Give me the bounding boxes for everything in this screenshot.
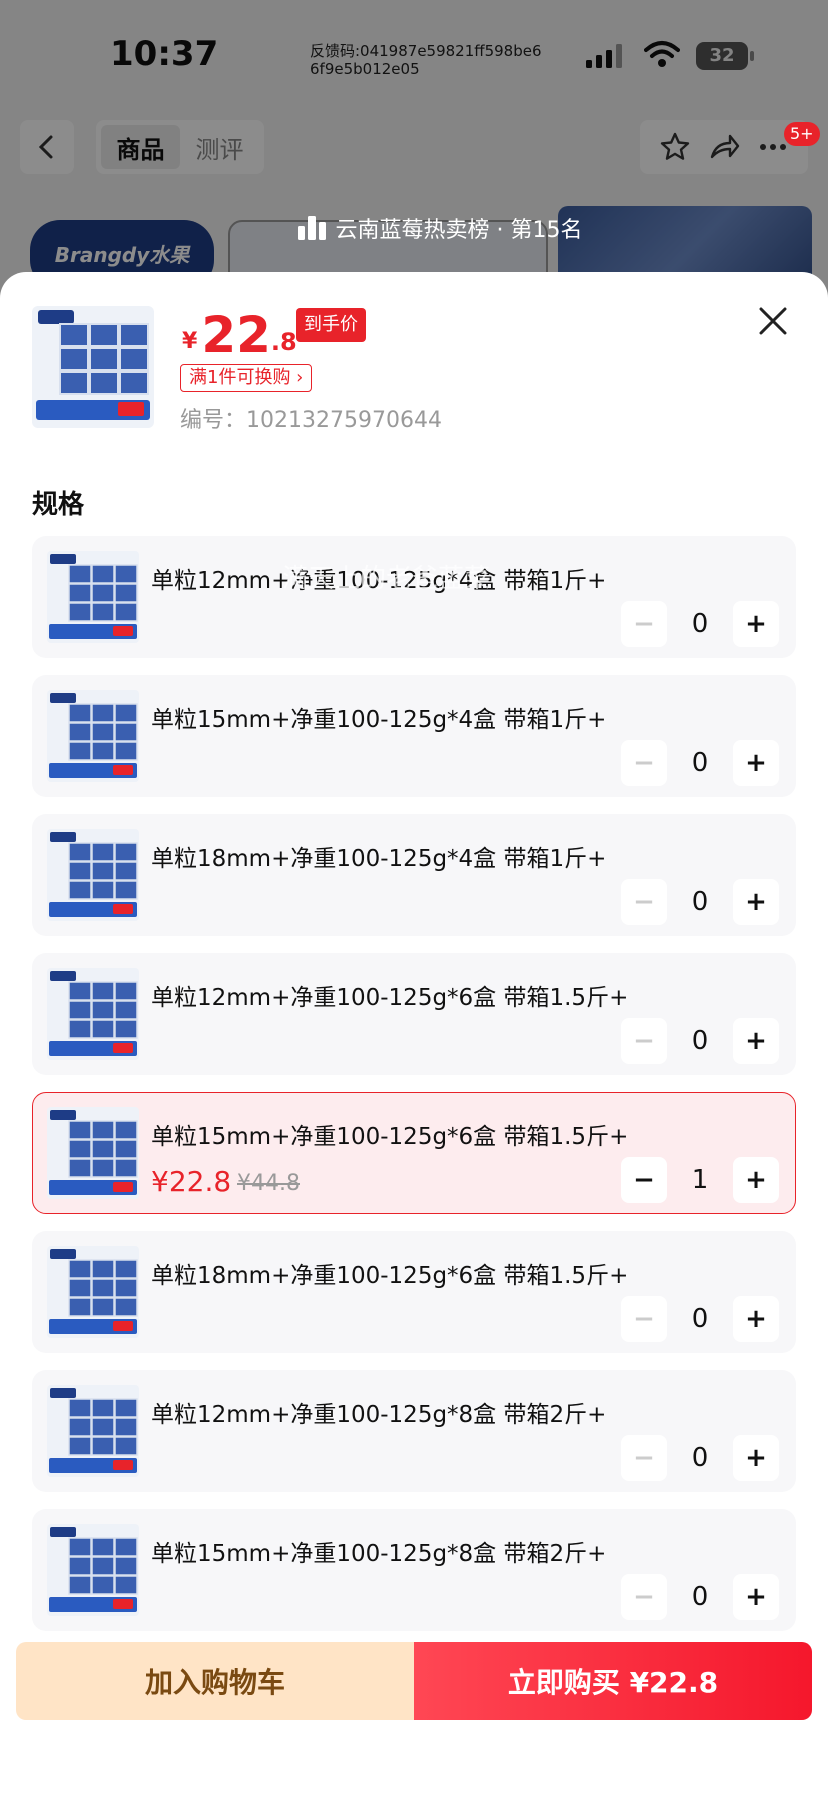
variant-image [47, 1524, 139, 1616]
quantity-stepper: − 1 + [621, 1157, 779, 1203]
close-icon [759, 307, 787, 335]
variant-price: ¥22.8 [151, 1165, 232, 1198]
variant-original-price: ¥44.8 [237, 1171, 300, 1196]
price-display: ¥ 22 .8 [182, 300, 297, 360]
variant-thumbnail [47, 690, 139, 782]
variant-image [47, 1385, 139, 1477]
decrease-button[interactable]: − [621, 601, 667, 647]
variant-thumbnail [47, 829, 139, 921]
quantity-stepper: − 0 + [621, 1296, 779, 1342]
decrease-button[interactable]: − [621, 879, 667, 925]
buy-now-button[interactable]: 立即购买 ¥22.8 [414, 1642, 812, 1720]
increase-button[interactable]: + [733, 601, 779, 647]
variant-item[interactable]: 单粒18mm+净重100-125g*6盒 带箱1.5斤+ − 0 + [32, 1231, 796, 1353]
variant-thumbnail [47, 1524, 139, 1616]
variant-thumbnail [47, 1246, 139, 1338]
variant-image [47, 968, 139, 1060]
quantity-value: 1 [691, 1165, 709, 1195]
spec-section-title: 规格 [32, 490, 85, 520]
quantity-value: 0 [691, 1443, 709, 1473]
cta-bar: 加入购物车 立即购买 ¥22.8 [16, 1642, 812, 1720]
price-integer: 22 [201, 306, 271, 364]
variant-image [47, 690, 139, 782]
increase-button[interactable]: + [733, 1435, 779, 1481]
variant-label: 单粒15mm+净重100-125g*8盒 带箱2斤+ [151, 1541, 607, 1567]
decrease-button[interactable]: − [621, 1574, 667, 1620]
increase-button[interactable]: + [733, 879, 779, 925]
quantity-value: 0 [691, 1582, 709, 1612]
increase-button[interactable]: + [733, 1018, 779, 1064]
variant-image [47, 829, 139, 921]
variant-image [47, 1246, 139, 1338]
variant-thumbnail [47, 1107, 139, 1199]
increase-button[interactable]: + [733, 1157, 779, 1203]
variant-item[interactable]: 单粒15mm+净重100-125g*6盒 带箱1.5斤+ ¥22.8 ¥44.8… [32, 1092, 796, 1214]
variant-label: 单粒15mm+净重100-125g*6盒 带箱1.5斤+ [151, 1124, 629, 1150]
variant-thumbnail [47, 551, 139, 643]
variant-label: 单粒12mm+净重100-125g*6盒 带箱1.5斤+ [151, 985, 629, 1011]
quantity-stepper: − 0 + [621, 1574, 779, 1620]
price-symbol: ¥ [182, 329, 198, 354]
increase-button[interactable]: + [733, 1296, 779, 1342]
variant-item[interactable]: 单粒18mm+净重100-125g*4盒 带箱1斤+ − 0 + [32, 814, 796, 936]
notification-badge: 5+ [784, 122, 820, 146]
variant-item[interactable]: 单粒12mm+净重100-125g*4盒 带箱1斤+ − 0 + [32, 536, 796, 658]
quantity-stepper: − 0 + [621, 879, 779, 925]
quantity-value: 0 [691, 1026, 709, 1056]
product-thumbnail [32, 306, 154, 428]
decrease-button[interactable]: − [621, 740, 667, 786]
price-tag: 到手价 [296, 308, 366, 342]
product-image [32, 306, 154, 428]
quantity-stepper: − 0 + [621, 1018, 779, 1064]
variant-label: 单粒15mm+净重100-125g*4盒 带箱1斤+ [151, 707, 607, 733]
spec-sheet: ¥ 22 .8 到手价 满1件可换购 › 编号：10213275970644 规… [0, 272, 828, 1795]
variant-item[interactable]: 单粒12mm+净重100-125g*8盒 带箱2斤+ − 0 + [32, 1370, 796, 1492]
quantity-value: 0 [691, 609, 709, 639]
sku-number: 编号：10213275970644 [180, 408, 442, 433]
rank-banner[interactable]: 云南蓝莓热卖榜 · 第15名 [280, 206, 600, 250]
promo-tag[interactable]: 满1件可换购 › [180, 364, 313, 392]
variant-image [47, 1107, 139, 1199]
price-decimal: .8 [270, 328, 297, 356]
variant-thumbnail [47, 968, 139, 1060]
variant-label: 单粒18mm+净重100-125g*4盒 带箱1斤+ [151, 846, 607, 872]
decrease-button[interactable]: − [621, 1157, 667, 1203]
variant-item[interactable]: 单粒15mm+净重100-125g*8盒 带箱2斤+ − 0 + [32, 1509, 796, 1631]
rank-text: 云南蓝莓热卖榜 · 第15名 [335, 218, 583, 243]
variant-item[interactable]: 单粒15mm+净重100-125g*4盒 带箱1斤+ − 0 + [32, 675, 796, 797]
increase-button[interactable]: + [733, 1574, 779, 1620]
variant-image [47, 551, 139, 643]
decrease-button[interactable]: − [621, 1018, 667, 1064]
variant-label: 单粒12mm+净重100-125g*8盒 带箱2斤+ [151, 1402, 607, 1428]
variant-label: 单粒12mm+净重100-125g*4盒 带箱1斤+ [151, 568, 607, 594]
quantity-value: 0 [691, 1304, 709, 1334]
decrease-button[interactable]: − [621, 1435, 667, 1481]
increase-button[interactable]: + [733, 740, 779, 786]
quantity-stepper: − 0 + [621, 601, 779, 647]
dim-overlay[interactable] [0, 0, 828, 300]
quantity-stepper: − 0 + [621, 740, 779, 786]
decrease-button[interactable]: − [621, 1296, 667, 1342]
variant-thumbnail [47, 1385, 139, 1477]
variant-list: 单粒12mm+净重100-125g*4盒 带箱1斤+ − 0 + 单粒15mm+… [32, 536, 796, 1648]
add-to-cart-button[interactable]: 加入购物车 [16, 1642, 414, 1720]
ranking-icon [297, 216, 326, 240]
quantity-value: 0 [691, 887, 709, 917]
quantity-value: 0 [691, 748, 709, 778]
variant-item[interactable]: 单粒12mm+净重100-125g*6盒 带箱1.5斤+ − 0 + [32, 953, 796, 1075]
variant-label: 单粒18mm+净重100-125g*6盒 带箱1.5斤+ [151, 1263, 629, 1289]
close-button[interactable] [756, 304, 790, 344]
quantity-stepper: − 0 + [621, 1435, 779, 1481]
